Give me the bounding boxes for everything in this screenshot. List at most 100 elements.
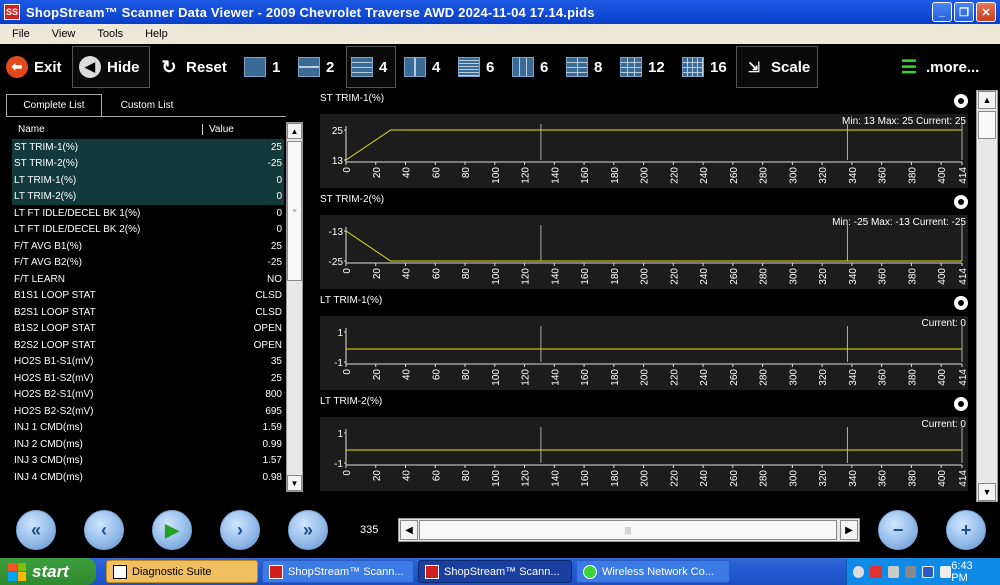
menu-help[interactable]: Help	[135, 28, 178, 40]
x-tick-label: 100	[491, 268, 502, 285]
exit-button[interactable]: ⬅ Exit	[6, 46, 66, 88]
task-wireless-network[interactable]: Wireless Network Co...	[576, 560, 730, 583]
layout-8-button[interactable]: 8	[566, 46, 602, 88]
pid-value: NO	[267, 273, 282, 285]
timeline-scrollbar[interactable]: ◀ ||| ▶	[398, 518, 860, 542]
list-item[interactable]: INJ 4 CMD(ms) 0.98	[12, 469, 284, 486]
play-button[interactable]: ▶	[152, 510, 192, 550]
tab-custom-list[interactable]: Custom List	[106, 94, 188, 116]
graph-scroll-thumb[interactable]	[978, 111, 996, 139]
x-tick-label: 400	[937, 268, 948, 285]
task-shopstream-2[interactable]: ShopStream™ Scann...	[418, 560, 572, 583]
list-item[interactable]: HO2S B1-S1(mV) 35	[12, 354, 284, 371]
graph-toggle-icon[interactable]	[954, 397, 968, 411]
layout-6-grid-icon	[458, 57, 480, 77]
tab-complete-list[interactable]: Complete List	[6, 94, 102, 116]
x-tick-label: 280	[759, 369, 770, 386]
tray-back-icon[interactable]	[853, 565, 865, 578]
tray-display-icon[interactable]	[887, 565, 900, 578]
pid-name: LT TRIM-1(%)	[14, 174, 77, 186]
pid-name: ST TRIM-1(%)	[14, 141, 79, 153]
list-item[interactable]: F/T AVG B1(%) 25	[12, 238, 284, 255]
menu-tools[interactable]: Tools	[87, 28, 133, 40]
restore-button[interactable]: ❐	[954, 2, 974, 22]
list-item[interactable]: F/T LEARN NO	[12, 271, 284, 288]
timeline-thumb[interactable]: |||	[419, 520, 837, 540]
timeline-right-icon[interactable]: ▶	[840, 520, 858, 540]
tray-shield-icon[interactable]	[922, 565, 934, 578]
pid-name: INJ 2 CMD(ms)	[14, 438, 83, 450]
start-button[interactable]: start	[0, 558, 96, 585]
menu-view[interactable]: View	[42, 28, 86, 40]
menu-file[interactable]: File	[2, 28, 40, 40]
list-item[interactable]: INJ 2 CMD(ms) 0.99	[12, 436, 284, 453]
graph-scroll-down-icon[interactable]: ▼	[978, 483, 996, 501]
step-back-button[interactable]: ‹	[84, 510, 124, 550]
timeline-left-icon[interactable]: ◀	[400, 520, 418, 540]
pid-value: 35	[270, 356, 282, 368]
app-icon: SS	[4, 4, 20, 20]
layout-6b-button[interactable]: 6	[512, 46, 548, 88]
list-item[interactable]: B1S2 LOOP STAT OPEN	[12, 321, 284, 338]
column-value-header[interactable]: Value	[202, 124, 234, 135]
layout-6-button[interactable]: 6	[458, 46, 494, 88]
column-name-header[interactable]: Name	[18, 124, 45, 135]
list-item[interactable]: HO2S B2-S2(mV) 695	[12, 403, 284, 420]
close-button[interactable]: ✕	[976, 2, 996, 22]
tray-volume-icon[interactable]	[939, 565, 952, 578]
list-item[interactable]: HO2S B1-S2(mV) 25	[12, 370, 284, 387]
list-item[interactable]: B1S1 LOOP STAT CLSD	[12, 288, 284, 305]
list-item[interactable]: LT TRIM-1(%) 0	[12, 172, 284, 189]
x-tick-label: 380	[907, 470, 918, 487]
hide-button[interactable]: ◀ Hide	[72, 46, 150, 88]
list-item[interactable]: LT TRIM-2(%) 0	[12, 188, 284, 205]
layout-1-button[interactable]: 1	[244, 46, 280, 88]
list-scroll-thumb[interactable]: ≡	[287, 141, 302, 281]
list-item[interactable]: LT FT IDLE/DECEL BK 1(%) 0	[12, 205, 284, 222]
graph-toggle-icon[interactable]	[954, 195, 968, 209]
step-forward-button[interactable]: ›	[220, 510, 260, 550]
zoom-in-button[interactable]: +	[946, 510, 986, 550]
graph-scrollbar[interactable]: ▲ ▼	[976, 90, 998, 502]
x-tick-label: 260	[729, 167, 740, 184]
list-scroll-up-icon[interactable]: ▲	[287, 123, 302, 139]
scale-button[interactable]: ⇲ Scale	[736, 46, 818, 88]
list-scroll-down-icon[interactable]: ▼	[287, 475, 302, 491]
layout-4-button[interactable]: 4	[346, 46, 396, 88]
list-item[interactable]: INJ 1 CMD(ms) 1.59	[12, 420, 284, 437]
list-item[interactable]: ST TRIM-1(%) 25	[12, 139, 284, 156]
pid-value: CLSD	[255, 306, 282, 318]
layout-12-button[interactable]: 12	[620, 46, 665, 88]
task-shopstream-1[interactable]: ShopStream™ Scann...	[262, 560, 414, 583]
graph-toggle-icon[interactable]	[954, 296, 968, 310]
layout-16-button[interactable]: 16	[682, 46, 727, 88]
more-button[interactable]: ☰ .more...	[898, 46, 979, 88]
list-item[interactable]: B2S1 LOOP STAT CLSD	[12, 304, 284, 321]
tray-device-icon[interactable]	[905, 565, 917, 578]
list-item[interactable]: B2S2 LOOP STAT OPEN	[12, 337, 284, 354]
skip-forward-button[interactable]: »	[288, 510, 328, 550]
skip-back-button[interactable]: «	[16, 510, 56, 550]
task-label: Wireless Network Co...	[602, 565, 714, 578]
zoom-out-button[interactable]: −	[878, 510, 918, 550]
y-tick-label: 25	[332, 126, 344, 137]
pid-name: F/T AVG B1(%)	[14, 240, 82, 252]
list-item[interactable]: LT FT IDLE/DECEL BK 2(%) 0	[12, 222, 284, 239]
list-item[interactable]: ST TRIM-2(%) -25	[12, 155, 284, 172]
minimize-button[interactable]: _	[932, 2, 952, 22]
list-scrollbar[interactable]: ▲ ≡ ▼	[286, 122, 303, 492]
x-tick-label: 220	[669, 369, 680, 386]
task-diagnostic-suite[interactable]: Diagnostic Suite	[106, 560, 258, 583]
x-tick-label: 220	[669, 268, 680, 285]
reset-button[interactable]: ↻ Reset	[158, 46, 230, 88]
list-item[interactable]: HO2S B2-S1(mV) 800	[12, 387, 284, 404]
tray-network-icon[interactable]	[870, 565, 882, 578]
x-tick-label: 180	[610, 268, 621, 285]
graph-scroll-up-icon[interactable]: ▲	[978, 91, 996, 109]
graph-toggle-icon[interactable]	[954, 94, 968, 108]
layout-2-button[interactable]: 2	[298, 46, 334, 88]
list-item[interactable]: INJ 3 CMD(ms) 1.57	[12, 453, 284, 470]
x-tick-label: 200	[640, 369, 651, 386]
list-item[interactable]: F/T AVG B2(%) -25	[12, 255, 284, 272]
layout-4b-button[interactable]: 4	[404, 46, 440, 88]
